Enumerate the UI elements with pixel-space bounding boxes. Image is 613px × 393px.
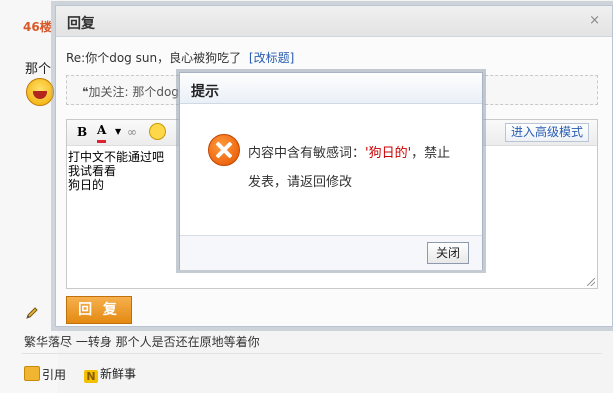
editor-content[interactable]: 打中文不能通过吧 我试看看 狗日的 [68, 150, 164, 192]
editor-line: 我试看看 [68, 164, 117, 178]
pencil-icon [26, 307, 38, 319]
alert-dialog: 提示 内容中含有敏感词：'狗日的'，禁止发表，请返回修改 关闭 [179, 72, 483, 270]
subject-text: Re:你个dog sun，良心被狗吃了 [66, 51, 242, 65]
quote-icon [24, 366, 40, 381]
news-icon: N [84, 370, 98, 383]
divider [22, 353, 602, 354]
quote-text: ❝加关注: 那个dog [82, 83, 179, 100]
laughing-face-icon [26, 78, 54, 106]
alert-message-prefix: 内容中含有敏感词： [248, 146, 366, 161]
quote-action[interactable]: 引用 [24, 366, 66, 382]
quote-content: 加关注: 那个dog [88, 85, 179, 99]
news-label: 新鲜事 [100, 367, 137, 381]
resize-grip-icon[interactable] [587, 278, 595, 286]
change-title-link[interactable]: [改标题] [249, 51, 294, 65]
error-icon [208, 134, 240, 166]
font-color-button[interactable]: A [97, 124, 107, 143]
reply-subject: Re:你个dog sun，良心被狗吃了 [改标题] [66, 49, 294, 66]
editor-line: 狗日的 [68, 178, 105, 192]
bold-button[interactable]: B [77, 124, 87, 140]
alert-keyword: '狗日的' [365, 146, 412, 161]
alert-titlebar[interactable]: 提示 [180, 73, 482, 104]
alert-footer: 关闭 [180, 235, 482, 270]
quote-label: 引用 [42, 368, 67, 382]
floor-label: 46楼 [23, 20, 52, 34]
news-action[interactable]: N 新鲜事 [84, 366, 137, 383]
chevron-down-icon[interactable]: ▼ [115, 124, 121, 140]
reply-titlebar[interactable]: 回复 × [56, 6, 612, 37]
alert-message: 内容中含有敏感词：'狗日的'，禁止发表，请返回修改 [248, 139, 462, 197]
signature-text: 繁华落尽 一转身 那个人是否还在原地等着你 [24, 335, 260, 349]
reply-title: 回复 [67, 16, 95, 32]
alert-close-button[interactable]: 关闭 [427, 242, 469, 264]
link-icon[interactable]: ∞ [127, 124, 137, 140]
editor-line: 打中文不能通过吧 [68, 150, 165, 164]
advanced-mode-button[interactable]: 进入高级模式 [504, 123, 589, 142]
close-icon[interactable]: × [589, 13, 600, 28]
post-text: 那个 [25, 62, 52, 77]
reply-submit-button[interactable]: 回 复 [66, 296, 132, 324]
smiley-icon[interactable] [149, 123, 166, 140]
alert-title: 提示 [191, 84, 219, 100]
